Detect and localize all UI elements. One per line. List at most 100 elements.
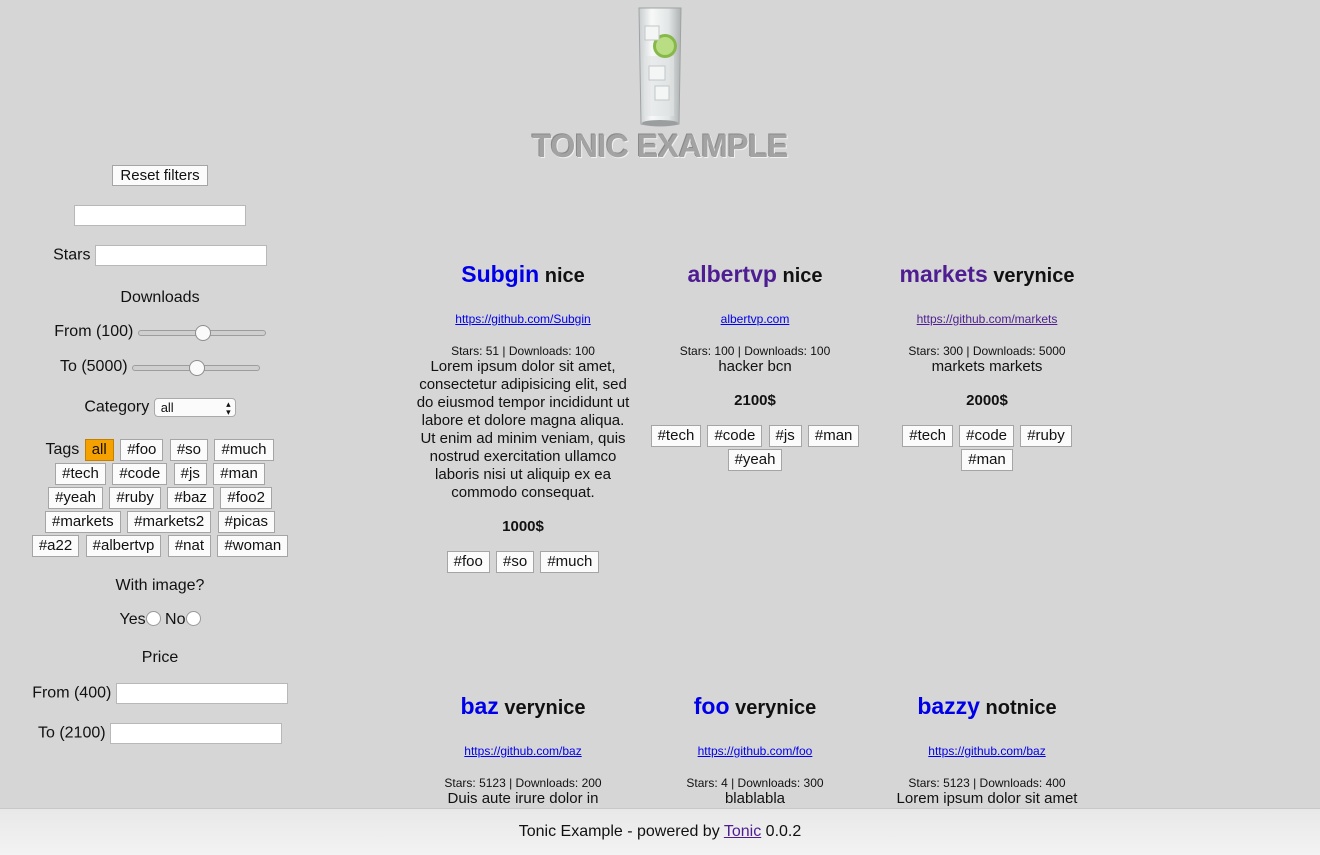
card-name-link[interactable]: baz (460, 693, 498, 719)
card-description: hacker bcn (718, 358, 792, 375)
card-name-link[interactable]: bazzy (917, 693, 980, 719)
slider-thumb[interactable] (194, 324, 211, 341)
card-tag[interactable]: #much (540, 551, 600, 573)
card-title: bazzy notnice (877, 692, 1097, 722)
card-description: markets markets (931, 358, 1043, 375)
category-select[interactable]: all ▴ ▾ (153, 398, 236, 417)
card-rating: verynice (504, 697, 586, 719)
footer-text: Tonic Example - powered by (518, 823, 720, 840)
result-card: markets verynice https://github.com/marke… (877, 260, 1097, 472)
downloads-label: Downloads (120, 289, 200, 306)
price-to-input[interactable] (110, 723, 283, 744)
no-label: No (165, 611, 186, 628)
card-tag[interactable]: #code (707, 425, 763, 447)
tag-filter-picas[interactable]: #picas (217, 511, 275, 533)
site-title: TONIC EXAMPLE (531, 128, 789, 164)
tag-filter-ruby[interactable]: #ruby (109, 487, 161, 509)
card-url-link[interactable]: https://github.com/Subgin (455, 312, 590, 326)
footer-tonic-link[interactable]: Tonic (724, 823, 761, 840)
tag-filter-woman[interactable]: #woman (217, 535, 289, 557)
card-url-row: https://github.com/foo (645, 742, 865, 760)
tag-filter-albertvp[interactable]: #albertvp (85, 535, 162, 557)
card-price: 2100$ (734, 392, 776, 409)
card-tag[interactable]: #ruby (1020, 425, 1072, 447)
card-tags: #tech #code #js #man #yeah (645, 424, 865, 472)
card-tag[interactable]: #tech (902, 425, 953, 447)
card-url-link[interactable]: https://github.com/foo (698, 744, 813, 758)
tag-filter-code[interactable]: #code (112, 463, 168, 485)
select-arrows-icon: ▴ ▾ (226, 399, 231, 417)
card-stats: Stars: 5123 | Downloads: 200 (444, 776, 602, 790)
card-name-link[interactable]: Subgin (461, 261, 539, 287)
stars-input[interactable] (94, 245, 267, 266)
result-card: albertvp nice albertvp.com Stars: 100 | Do… (645, 260, 865, 472)
reset-row: Reset filters (30, 165, 290, 186)
card-description: blablabla (724, 790, 786, 807)
card-tag[interactable]: #js (768, 425, 802, 447)
slider-thumb[interactable] (189, 359, 206, 376)
card-description: Lorem ipsum dolor sit amet (896, 790, 1078, 807)
category-selected-value: all (160, 400, 174, 415)
card-rating: notnice (985, 697, 1057, 719)
card-name-link[interactable]: foo (694, 693, 730, 719)
card-url-link[interactable]: https://github.com/baz (464, 744, 581, 758)
downloads-to-row: To (5000) (30, 358, 290, 376)
tag-filter-baz[interactable]: #baz (167, 487, 214, 509)
tag-filter-much[interactable]: #much (214, 439, 274, 461)
no-radio[interactable] (185, 611, 201, 626)
page-footer: Tonic Example - powered by Tonic 0.0.2 (0, 808, 1320, 855)
card-tag[interactable]: #code (959, 425, 1015, 447)
card-stats: Stars: 300 | Downloads: 5000 (908, 344, 1066, 358)
card-name-link[interactable]: markets (900, 261, 988, 287)
tag-filter-a22[interactable]: #a22 (31, 535, 80, 557)
downloads-from-row: From (100) (30, 323, 290, 341)
search-input[interactable] (74, 205, 246, 226)
card-url-link[interactable]: https://github.com/baz (928, 744, 1045, 758)
with-image-row: Yes No (30, 611, 290, 629)
card-tags: #tech #code #ruby #man (877, 424, 1097, 472)
category-row: Category all ▴ ▾ (30, 398, 290, 417)
tag-filter-foo2[interactable]: #foo2 (220, 487, 272, 509)
tag-filter-nat[interactable]: #nat (167, 535, 212, 557)
tag-filter-foo[interactable]: #foo (120, 439, 164, 461)
reset-filters-button[interactable]: Reset filters (112, 165, 208, 186)
card-tag[interactable]: #man (807, 425, 860, 447)
card-tag[interactable]: #tech (650, 425, 702, 447)
downloads-to-slider[interactable] (132, 359, 261, 376)
tags-label: Tags (45, 441, 80, 458)
tag-filter-tech[interactable]: #tech (55, 463, 106, 485)
card-url-link[interactable]: albertvp.com (721, 312, 790, 326)
card-description: Lorem ipsum dolor sit amet, consectetur … (416, 358, 630, 501)
downloads-from-slider[interactable] (137, 324, 266, 341)
card-tags: #foo #so #much (413, 550, 633, 574)
tag-filter-markets2[interactable]: #markets2 (127, 511, 212, 533)
tag-filter-man[interactable]: #man (213, 463, 265, 485)
price-from-input[interactable] (115, 683, 288, 704)
card-stats: Stars: 4 | Downloads: 300 (686, 776, 824, 790)
card-tag[interactable]: #so (495, 551, 535, 573)
stars-label: Stars (53, 246, 91, 264)
price-from-label: From (400) (32, 684, 112, 702)
yes-radio[interactable] (145, 611, 161, 626)
tag-filter-markets[interactable]: #markets (45, 511, 121, 533)
card-title: Subgin nice (413, 260, 633, 290)
card-name-link[interactable]: albertvp (687, 261, 776, 287)
tag-filter-yeah[interactable]: #yeah (48, 487, 103, 509)
tag-filter-js[interactable]: #js (173, 463, 207, 485)
tag-filter-all[interactable]: all (84, 439, 114, 461)
card-tag[interactable]: #foo (446, 551, 490, 573)
card-tag[interactable]: #man (961, 449, 1013, 471)
gin-tonic-glass-logo (638, 7, 682, 127)
card-title: baz verynice (413, 692, 633, 722)
category-label: Category (84, 398, 150, 416)
result-card: bazzy notnice https://github.com/baz Stars… (877, 692, 1097, 808)
card-tag[interactable]: #yeah (727, 449, 783, 471)
card-url-row: https://github.com/baz (877, 742, 1097, 760)
result-card: Subgin nice https://github.com/Subgin Star… (413, 260, 633, 574)
price-from-row: From (400) (30, 683, 290, 704)
tag-filter-so[interactable]: #so (169, 439, 209, 461)
card-url-row: albertvp.com (645, 310, 865, 328)
page-header: TONIC EXAMPLE (0, 0, 1320, 170)
card-description: Duis aute irure dolor in (447, 790, 599, 807)
card-url-link[interactable]: https://github.com/markets (917, 312, 1058, 326)
